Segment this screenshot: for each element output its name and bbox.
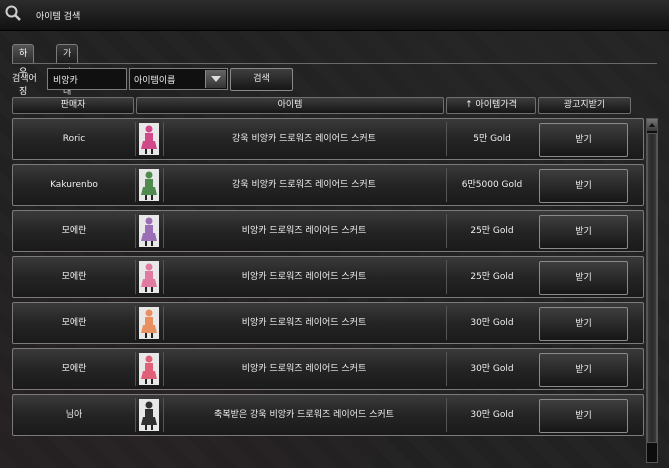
search-label: 검색어 — [12, 74, 37, 84]
item-thumbnail-icon — [139, 261, 159, 293]
receive-button[interactable]: 받기 — [539, 261, 628, 295]
scroll-thumb[interactable] — [647, 133, 657, 443]
receive-button[interactable]: 받기 — [539, 215, 628, 249]
cell-divider — [135, 168, 136, 202]
header-item[interactable]: 아이템 — [136, 97, 444, 114]
table-row[interactable]: 님아 축복받은 강욱 비앙카 드로워즈 레이어드 스커트 30만 Gold 받기 — [12, 394, 644, 436]
receive-button[interactable]: 받기 — [539, 169, 628, 203]
table-row[interactable]: 모에란 비앙카 드로워즈 레이어드 스커트 25만 Gold 받기 — [12, 210, 644, 252]
item-search-window: 아이템 검색 하우징 가판대 검색어 아이템이름 검색 판매자 아이템 ↑ 아이… — [0, 0, 669, 468]
title-bar[interactable]: 아이템 검색 — [0, 0, 669, 31]
cell-divider — [135, 214, 136, 248]
table-row[interactable]: 모에란 비앙카 드로워즈 레이어드 스커트 30만 Gold 받기 — [12, 302, 644, 344]
search-button[interactable]: 검색 — [230, 68, 293, 91]
item-thumbnail-icon — [139, 353, 159, 385]
item-price: 25만 Gold — [470, 226, 514, 236]
table-row[interactable]: 모에란 비앙카 드로워즈 레이어드 스커트 30만 Gold 받기 — [12, 348, 644, 390]
table-row[interactable]: Roric 강욱 비앙카 드로워즈 레이어드 스커트 5만 Gold 받기 — [12, 118, 644, 160]
header-price-sort[interactable]: ↑ 아이템가격 — [446, 97, 536, 114]
list-header: 판매자 아이템 ↑ 아이템가격 광고지받기 — [12, 97, 644, 114]
cell-divider — [135, 122, 136, 156]
result-list: Roric 강욱 비앙카 드로워즈 레이어드 스커트 5만 Gold 받기 Kakure… — [12, 118, 644, 463]
scroll-up-button[interactable] — [647, 119, 657, 131]
item-price: 25만 Gold — [470, 272, 514, 282]
item-price: 5만 Gold — [473, 134, 511, 144]
seller-name: Kakurenbo — [50, 180, 98, 190]
search-type-select[interactable]: 아이템이름 — [129, 68, 228, 90]
seller-name: 모에란 — [61, 318, 87, 328]
seller-name: Roric — [62, 134, 86, 144]
arrow-up-icon — [649, 123, 655, 127]
seller-name: 모에란 — [61, 272, 87, 282]
window-title: 아이템 검색 — [36, 12, 81, 22]
tab-housing[interactable]: 하우징 — [12, 44, 35, 97]
receive-button[interactable]: 받기 — [539, 353, 628, 387]
table-row[interactable]: 모에란 비앙카 드로워즈 레이어드 스커트 25만 Gold 받기 — [12, 256, 644, 298]
item-name: 비앙카 드로워즈 레이어드 스커트 — [241, 318, 367, 328]
item-price: 30만 Gold — [470, 318, 514, 328]
chevron-down-icon — [211, 76, 221, 82]
tab-stall[interactable]: 가판대 — [56, 44, 79, 97]
item-thumbnail-icon — [139, 307, 159, 339]
cell-divider — [135, 398, 136, 432]
magnifier-icon — [5, 5, 21, 21]
header-receive[interactable]: 광고지받기 — [538, 97, 631, 114]
scrollbar[interactable] — [646, 118, 658, 463]
cell-divider — [135, 260, 136, 294]
item-thumbnail-icon — [139, 399, 159, 431]
item-price: 30만 Gold — [470, 364, 514, 374]
search-type-value: 아이템이름 — [134, 76, 176, 86]
header-seller[interactable]: 판매자 — [12, 97, 134, 114]
seller-name: 모에란 — [61, 364, 87, 374]
seller-name: 님아 — [65, 410, 83, 420]
receive-button[interactable]: 받기 — [539, 399, 628, 433]
item-name: 강욱 비앙카 드로워즈 레이어드 스커트 — [232, 180, 376, 190]
search-input[interactable] — [47, 68, 127, 90]
item-name: 비앙카 드로워즈 레이어드 스커트 — [241, 272, 367, 282]
table-row[interactable]: Kakurenbo 강욱 비앙카 드로워즈 레이어드 스커트 6만5000 Gold… — [12, 164, 644, 206]
cell-divider — [135, 306, 136, 340]
item-price: 6만5000 Gold — [461, 180, 523, 190]
item-name: 강욱 비앙카 드로워즈 레이어드 스커트 — [232, 134, 376, 144]
receive-button[interactable]: 받기 — [539, 123, 628, 157]
item-name: 비앙카 드로워즈 레이어드 스커트 — [241, 226, 367, 236]
tab-divider — [12, 63, 657, 64]
item-thumbnail-icon — [139, 215, 159, 247]
seller-name: 모에란 — [61, 226, 87, 236]
cell-divider — [135, 352, 136, 386]
item-name: 비앙카 드로워즈 레이어드 스커트 — [241, 364, 367, 374]
select-arrow-button[interactable] — [205, 70, 226, 88]
receive-button[interactable]: 받기 — [539, 307, 628, 341]
item-thumbnail-icon — [139, 169, 159, 201]
item-name: 축복받은 강욱 비앙카 드로워즈 레이어드 스커트 — [214, 410, 394, 420]
item-thumbnail-icon — [139, 123, 159, 155]
item-price: 30만 Gold — [470, 410, 514, 420]
